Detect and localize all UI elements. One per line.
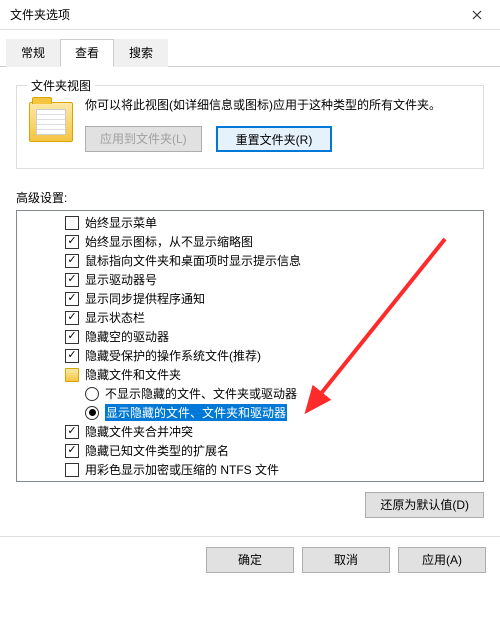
checkbox-icon xyxy=(65,216,79,230)
dialog-buttons: 确定 取消 应用(A) xyxy=(0,537,500,585)
close-icon xyxy=(472,10,482,20)
option-label: 鼠标指向文件夹和桌面项时显示提示信息 xyxy=(85,252,301,269)
checkbox-icon xyxy=(65,444,79,458)
checkbox-icon xyxy=(65,311,79,325)
option-label: 不显示隐藏的文件、文件夹或驱动器 xyxy=(105,385,297,402)
option-label: 始终显示菜单 xyxy=(85,214,157,231)
ok-button[interactable]: 确定 xyxy=(206,547,294,573)
advanced-settings-label: 高级设置: xyxy=(16,189,484,206)
folder-views-legend: 文件夹视图 xyxy=(27,77,95,94)
checkbox-icon xyxy=(65,425,79,439)
tab-view[interactable]: 查看 xyxy=(60,39,114,67)
content-area: 文件夹视图 你可以将此视图(如详细信息或图标)应用于这种类型的所有文件夹。 应用… xyxy=(0,67,500,518)
checkbox-icon xyxy=(65,463,79,477)
tree-radio-option[interactable]: 显示隐藏的文件、文件夹和驱动器 xyxy=(17,403,483,422)
folder-icon xyxy=(65,368,79,382)
checkbox-icon xyxy=(65,235,79,249)
tree-radio-option[interactable]: 不显示隐藏的文件、文件夹或驱动器 xyxy=(17,384,483,403)
checkbox-icon xyxy=(65,292,79,306)
option-label: 始终显示图标，从不显示缩略图 xyxy=(85,233,253,250)
advanced-settings-tree[interactable]: 始终显示菜单始终显示图标，从不显示缩略图鼠标指向文件夹和桌面项时显示提示信息显示… xyxy=(16,210,484,482)
folder-views-description: 你可以将此视图(如详细信息或图标)应用于这种类型的所有文件夹。 xyxy=(85,96,471,114)
tab-search[interactable]: 搜索 xyxy=(114,39,168,67)
tree-checkbox-option[interactable]: 用彩色显示加密或压缩的 NTFS 文件 xyxy=(17,460,483,479)
tree-checkbox-option[interactable]: 显示驱动器号 xyxy=(17,270,483,289)
option-label: 隐藏空的驱动器 xyxy=(85,328,169,345)
tree-checkbox-option[interactable]: 隐藏文件夹合并冲突 xyxy=(17,422,483,441)
apply-button[interactable]: 应用(A) xyxy=(398,547,486,573)
option-label: 隐藏文件和文件夹 xyxy=(85,366,181,383)
close-button[interactable] xyxy=(454,0,500,30)
apply-to-folders-button[interactable]: 应用到文件夹(L) xyxy=(85,126,202,152)
checkbox-icon xyxy=(65,254,79,268)
reset-folders-button[interactable]: 重置文件夹(R) xyxy=(216,126,333,152)
tree-checkbox-option[interactable]: 隐藏已知文件类型的扩展名 xyxy=(17,441,483,460)
tab-general[interactable]: 常规 xyxy=(6,39,60,67)
radio-icon xyxy=(85,406,99,420)
tree-checkbox-option[interactable]: 始终显示菜单 xyxy=(17,213,483,232)
checkbox-icon xyxy=(65,273,79,287)
restore-defaults-button[interactable]: 还原为默认值(D) xyxy=(365,492,484,518)
option-label: 显示驱动器号 xyxy=(85,271,157,288)
tree-folder[interactable]: 隐藏文件和文件夹 xyxy=(17,365,483,384)
option-label: 显示状态栏 xyxy=(85,309,145,326)
option-label: 用彩色显示加密或压缩的 NTFS 文件 xyxy=(85,461,279,478)
tree-checkbox-option[interactable]: 隐藏受保护的操作系统文件(推荐) xyxy=(17,346,483,365)
option-label: 显示同步提供程序通知 xyxy=(85,290,205,307)
tree-checkbox-option[interactable]: 显示同步提供程序通知 xyxy=(17,289,483,308)
option-label: 隐藏文件夹合并冲突 xyxy=(85,423,193,440)
radio-icon xyxy=(85,387,99,401)
checkbox-icon xyxy=(65,330,79,344)
tree-checkbox-option[interactable]: 隐藏空的驱动器 xyxy=(17,327,483,346)
tab-strip: 常规 查看 搜索 xyxy=(0,30,500,67)
tree-checkbox-option[interactable]: 鼠标指向文件夹和桌面项时显示提示信息 xyxy=(17,251,483,270)
folder-views-group: 文件夹视图 你可以将此视图(如详细信息或图标)应用于这种类型的所有文件夹。 应用… xyxy=(16,85,484,169)
checkbox-icon xyxy=(65,349,79,363)
option-label: 隐藏受保护的操作系统文件(推荐) xyxy=(85,347,261,364)
tree-checkbox-option[interactable]: 始终显示图标，从不显示缩略图 xyxy=(17,232,483,251)
folder-icon xyxy=(29,102,73,142)
option-label: 显示隐藏的文件、文件夹和驱动器 xyxy=(105,404,287,421)
tree-checkbox-option[interactable]: 显示状态栏 xyxy=(17,308,483,327)
window-title: 文件夹选项 xyxy=(10,6,454,23)
option-label: 隐藏已知文件类型的扩展名 xyxy=(85,442,229,459)
title-bar: 文件夹选项 xyxy=(0,0,500,30)
cancel-button[interactable]: 取消 xyxy=(302,547,390,573)
